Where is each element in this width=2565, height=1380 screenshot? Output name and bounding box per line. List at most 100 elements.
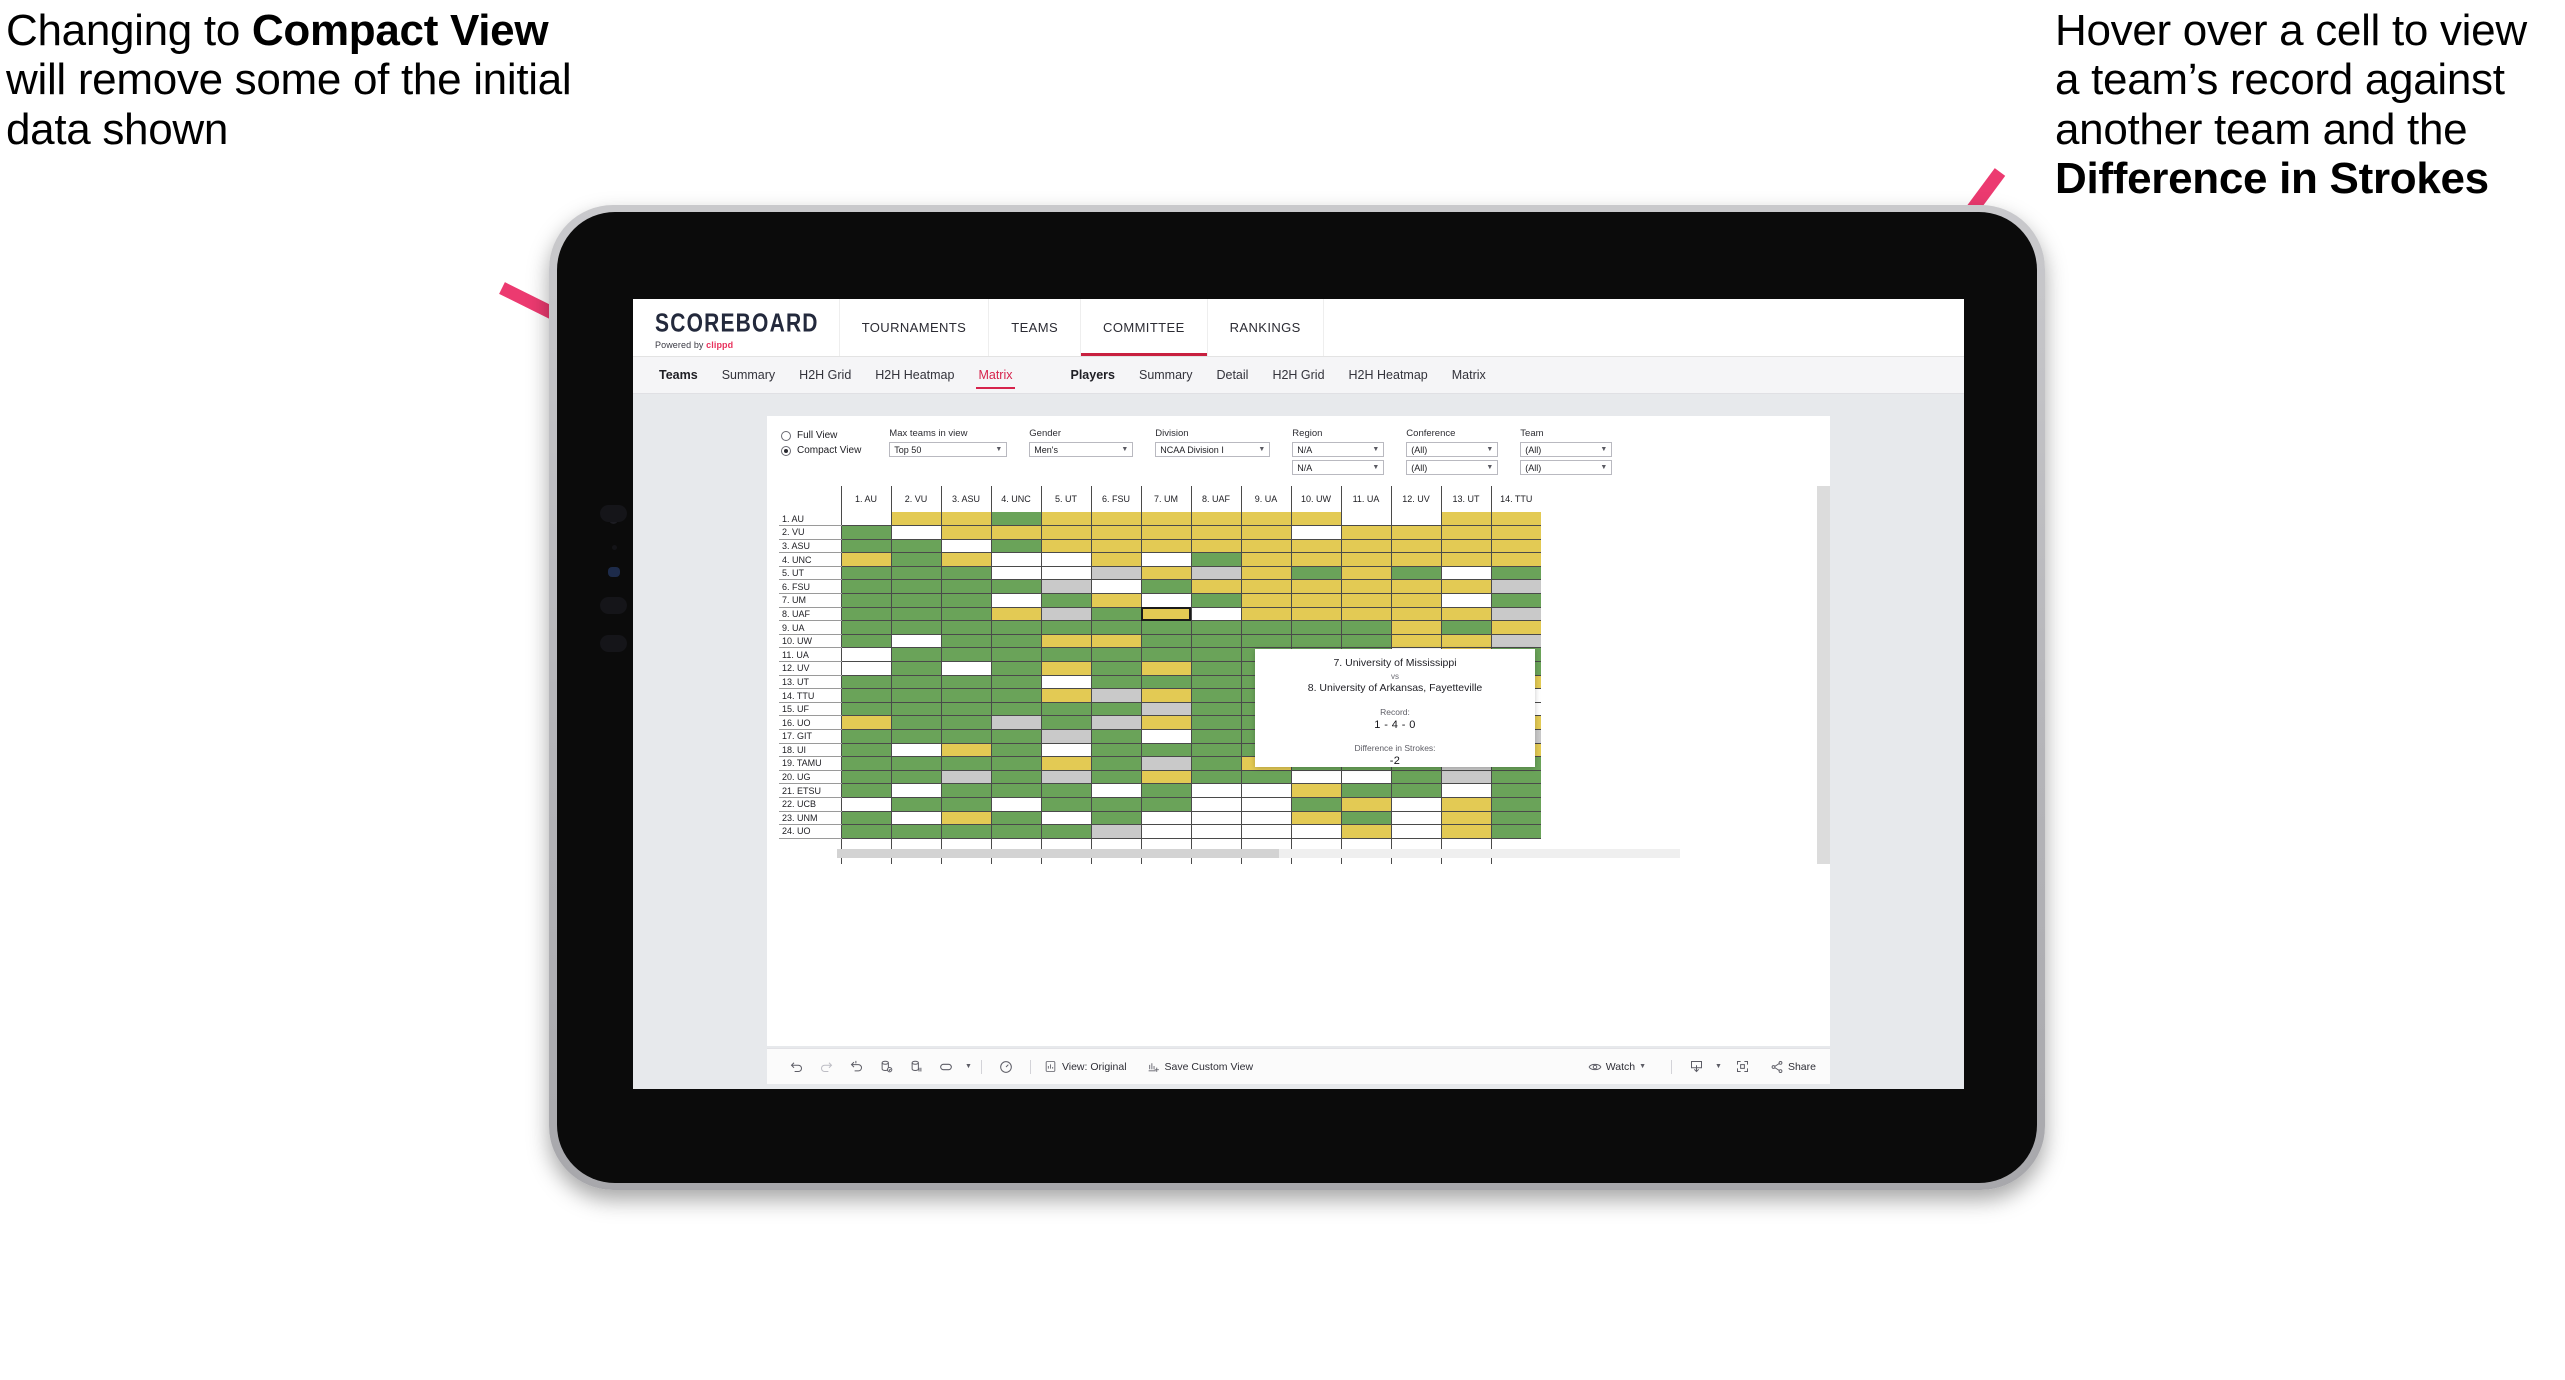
matrix-cell[interactable] [1140,756,1191,771]
matrix-cell[interactable] [1240,593,1291,608]
matrix-cell[interactable] [940,593,991,608]
matrix-cell[interactable] [1440,579,1491,595]
dropdown-max-teams[interactable]: Top 50 ▼ [889,442,1008,457]
matrix-cell[interactable] [1190,647,1241,663]
matrix-cell[interactable] [1490,579,1541,595]
matrix-cell[interactable] [890,756,941,771]
matrix-cell[interactable] [1390,620,1441,635]
matrix-row-header[interactable]: 17. GIT [779,729,842,744]
matrix-cell[interactable] [1490,824,1541,839]
matrix-row-header[interactable]: 3. ASU [779,539,842,554]
matrix-row-header[interactable]: 6. FSU [779,579,842,595]
matrix-cell[interactable] [940,715,991,730]
matrix-col-header[interactable]: 11. UA [1340,486,1391,512]
matrix-cell[interactable] [1140,552,1191,567]
watch-chevron-down-icon[interactable]: ▼ [1639,1063,1646,1070]
matrix-cell[interactable] [1090,539,1141,554]
matrix-row-header[interactable]: 16. UO [779,715,842,730]
matrix-cell[interactable] [840,783,891,798]
matrix-cell[interactable] [940,675,991,690]
matrix-cell[interactable] [1190,525,1241,540]
matrix-cell[interactable] [1190,607,1241,622]
matrix-cell[interactable] [890,811,941,826]
matrix-cell[interactable] [940,824,991,839]
matrix-cell[interactable] [990,797,1041,812]
matrix-cell[interactable] [1390,607,1441,622]
matrix-cell[interactable] [840,512,891,527]
matrix-cell[interactable] [990,743,1041,758]
matrix-row-header[interactable]: 5. UT [779,566,842,581]
matrix-cell[interactable] [1040,552,1091,567]
matrix-cell[interactable] [1440,824,1491,839]
matrix-cell[interactable] [1140,715,1191,730]
matrix-horizontal-scrollbar[interactable] [837,849,1680,859]
matrix-cell[interactable] [840,756,891,771]
matrix-cell[interactable] [1490,634,1541,649]
matrix-cell[interactable] [1090,607,1141,622]
nav-item-committee[interactable]: COMMITTEE [1081,299,1208,356]
matrix-cell[interactable] [990,688,1041,703]
matrix-cell[interactable] [1290,552,1341,567]
matrix-cell[interactable] [1490,525,1541,540]
matrix-cell[interactable] [1040,756,1091,771]
undo-icon[interactable] [781,1052,811,1082]
matrix-col-header[interactable]: 5. UT [1040,486,1091,512]
matrix-cell[interactable] [1140,743,1191,758]
matrix-cell[interactable] [890,729,941,744]
dropdown-team-1[interactable]: (All) ▼ [1520,442,1613,457]
matrix-cell[interactable] [1040,512,1091,527]
tab-teams-h2h-heatmap[interactable]: H2H Heatmap [863,357,966,393]
matrix-col-header[interactable]: 14. TTU [1490,486,1541,512]
matrix-cell[interactable] [890,552,941,567]
matrix-cell[interactable] [1240,770,1291,785]
matrix-cell[interactable] [1040,661,1091,676]
matrix-cell[interactable] [1440,593,1491,608]
nav-item-tournaments[interactable]: TOURNAMENTS [840,299,990,356]
matrix-col-header[interactable]: 13. UT [1440,486,1491,512]
matrix-cell[interactable] [1290,824,1341,839]
matrix-cell[interactable] [1290,811,1341,826]
tab-teams-matrix[interactable]: Matrix [966,357,1024,393]
matrix-cell[interactable] [840,607,891,622]
matrix-cell[interactable] [1140,824,1191,839]
matrix-cell[interactable] [990,620,1041,635]
matrix-row-header[interactable]: 18. UI [779,743,842,758]
matrix-cell[interactable] [990,552,1041,567]
matrix-cell[interactable] [1140,512,1191,527]
matrix-cell[interactable] [840,688,891,703]
matrix-cell[interactable] [1040,566,1091,581]
dropdown-division[interactable]: NCAA Division I ▼ [1155,442,1271,457]
matrix-cell[interactable] [1190,579,1241,595]
highlight-icon[interactable] [931,1052,961,1082]
matrix-cell[interactable] [890,512,941,527]
matrix-cell[interactable] [1340,783,1391,798]
matrix-cell[interactable] [840,634,891,649]
matrix-cell[interactable] [1040,620,1091,635]
matrix-col-header[interactable]: 6. FSU [1090,486,1141,512]
matrix-cell[interactable] [1140,688,1191,703]
matrix-cell[interactable] [1340,512,1391,527]
matrix-cell[interactable] [1190,688,1241,703]
matrix-cell[interactable] [990,512,1041,527]
matrix-cell[interactable] [940,566,991,581]
matrix-cell[interactable] [890,634,941,649]
matrix-cell[interactable] [890,824,941,839]
matrix-cell[interactable] [1090,634,1141,649]
matrix-cell[interactable] [940,797,991,812]
matrix-row-header[interactable]: 15. UF [779,702,842,717]
dropdown-region-1[interactable]: N/A ▼ [1292,442,1385,457]
matrix-cell[interactable] [1240,620,1291,635]
matrix-cell[interactable] [1190,661,1241,676]
tab-players-matrix[interactable]: Matrix [1440,357,1498,393]
matrix-cell[interactable] [1190,539,1241,554]
matrix-cell[interactable] [890,783,941,798]
matrix-cell[interactable] [1290,783,1341,798]
matrix-cell[interactable] [840,579,891,595]
matrix-cell[interactable] [1140,729,1191,744]
matrix-cell[interactable] [940,743,991,758]
matrix-cell[interactable] [1090,729,1141,744]
matrix-cell[interactable] [1440,634,1491,649]
matrix-cell[interactable] [1140,783,1191,798]
matrix-cell[interactable] [1290,512,1341,527]
highlight-chevron-down-icon[interactable]: ▼ [965,1063,972,1070]
